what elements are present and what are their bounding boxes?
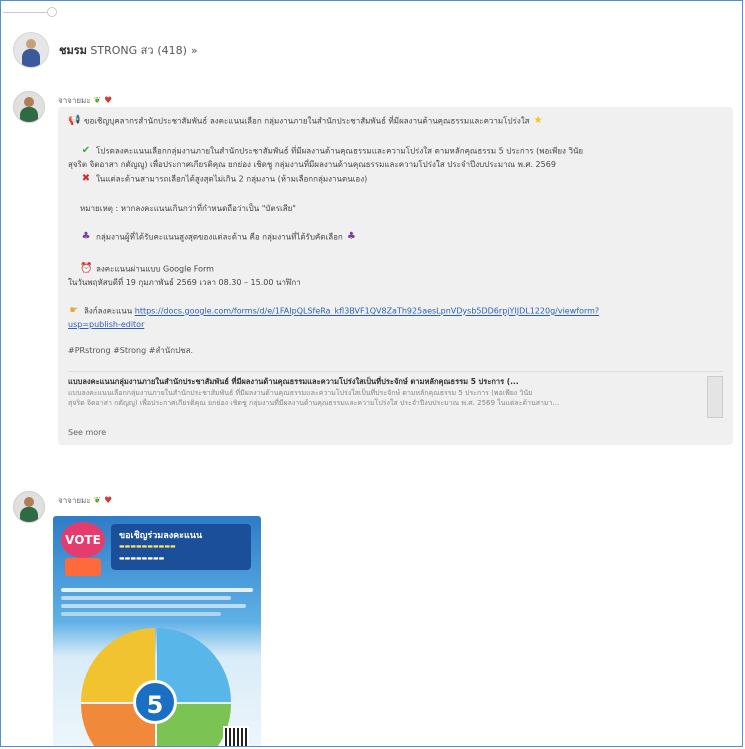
sender-name: จาจายมะ ❦ ♥ [58,495,113,506]
preview-description: สุจริต จิตอาสา กตัญญู) เพื่อประกาศเกียรต… [68,399,560,407]
virtues-wheel: 5 [81,628,231,746]
group-name: ชมรม STRONG สว (418) » [59,44,198,57]
checkmark-icon: ✔ [81,145,91,156]
link-label: ลิงก์ลงคะแนน [84,306,133,316]
number-five-badge: 5 [133,680,177,724]
star-icon: ★ [533,115,543,126]
chat-window: ชมรม STRONG สว (418) » จาจายมะ ❦ ♥ 📢 ขอเชิญ… [0,0,743,747]
form-link-continued[interactable]: usp=publish-editor [68,320,144,329]
sender-name: จาจายมะ ❦ ♥ [58,95,113,106]
message-line: ลงคะแนนผ่านแบบ Google Form [96,264,214,274]
top-divider [3,12,47,13]
cross-icon: ✖ [81,173,91,184]
note-line: หมายเหตุ : หากลงคะแนนเกินกว่าที่กำหนดถือ… [80,204,296,213]
message-line: กลุ่มงานผู้ที่ได้รับคะแนนสูงสุดของแต่ละด… [96,232,343,242]
preview-description: แบบลงคะแนนเลือกกลุ่มงานภายในสำนักประชาสั… [68,389,533,397]
drag-handle-icon[interactable] [47,7,57,17]
grapes-icon: ♣ [81,231,91,242]
poster-title: ขอเชิญร่วมลงคะแนน [119,531,203,541]
grapes-icon: ♣ [346,231,356,242]
message-line: สุจริต จิตอาสา กตัญญู) เพื่อประกาศเกียรต… [68,160,556,169]
poster-subtitle-bar: ▬▬▬▬▬▬▬▬ [119,555,165,562]
form-link[interactable]: https://docs.google.com/forms/d/e/1FAIpQ… [135,307,599,316]
message-line: ในแต่ละด้านสามารถเลือกได้สูงสุดไม่เกิน 2… [96,174,368,184]
message-line: ขอเชิญบุคลากรสำนักประชาสัมพันธ์ ลงคะแนนเ… [84,116,530,126]
preview-thumbnail [707,376,723,418]
link-preview[interactable]: แบบลงคะแนนกลุ่มงานภายในสำนักประชาสัมพันธ… [68,371,723,424]
message-line: โปรดลงคะแนนเลือกกลุ่มงานภายในสำนักประชาส… [96,146,584,156]
poster-image[interactable]: VOTE ขอเชิญร่วมลงคะแนน ▬▬▬▬▬▬▬▬▬▬ ▬▬▬▬▬▬… [53,516,261,746]
chevron-icon: » [190,44,198,57]
leaf-icon: ❦ [93,495,102,506]
preview-title: แบบลงคะแนนกลุ่มงานภายในสำนักประชาสัมพันธ… [68,377,519,386]
message-bubble[interactable]: 📢 ขอเชิญบุคลากรสำนักประชาสัมพันธ์ ลงคะแนน… [58,107,733,445]
pointing-hand-icon: ☛ [69,305,79,316]
clock-icon: ⏰ [80,263,93,274]
see-more-link[interactable]: See more [68,427,106,439]
vote-badge: VOTE [61,522,105,558]
leaf-icon: ❦ [93,95,102,106]
group-avatar[interactable] [13,32,49,68]
sender-avatar[interactable] [13,491,45,523]
heart-icon: ♥ [104,495,113,506]
vote-tag [65,558,101,576]
heart-icon: ♥ [104,95,113,106]
poster-text-bar [61,596,231,600]
qr-code[interactable] [223,726,249,746]
hashtags: #PRstrong #Strong #สำนักปชส. [68,346,194,355]
group-header[interactable]: ชมรม STRONG สว (418) » [13,32,198,68]
poster-text-bar [61,612,221,616]
megaphone-icon: 📢 [68,115,81,126]
sender-avatar[interactable] [13,91,45,123]
message-line: ในวันพฤหัสบดีที่ 19 กุมภาพันธ์ 2569 เวลา… [68,278,301,287]
poster-subtitle-bar: ▬▬▬▬▬▬▬▬▬▬ [119,543,176,550]
poster-text-bar [61,588,253,592]
poster-text-bar [61,604,246,608]
